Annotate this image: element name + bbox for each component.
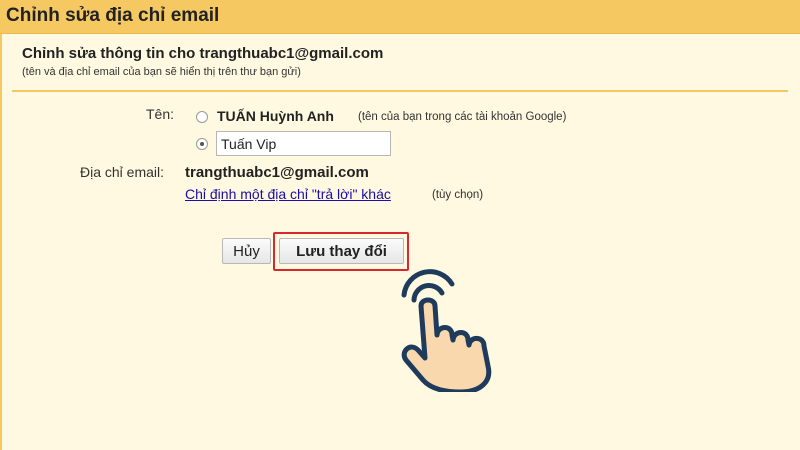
radio-google-name[interactable] xyxy=(196,111,208,123)
name-label: Tên: xyxy=(146,106,175,122)
save-button[interactable]: Lưu thay đổi xyxy=(279,238,404,264)
email-value: trangthuabc1@gmail.com xyxy=(185,164,369,181)
custom-name-input[interactable] xyxy=(216,131,391,156)
dialog-titlebar: Chỉnh sửa địa chỉ email xyxy=(0,0,800,34)
form-heading: Chỉnh sửa thông tin cho trangthuabc1@gma… xyxy=(22,45,384,62)
cancel-button[interactable]: Hủy xyxy=(222,238,271,264)
dialog-title: Chỉnh sửa địa chỉ email xyxy=(6,5,220,26)
form-subheading: (tên và địa chỉ email của bạn sẽ hiển th… xyxy=(22,66,301,78)
email-label: Địa chỉ email: xyxy=(80,164,165,180)
reply-to-link[interactable]: Chỉ định một địa chỉ "trả lời" khác xyxy=(185,186,391,202)
radio-custom-name[interactable] xyxy=(196,138,208,150)
divider xyxy=(12,90,788,92)
google-name-text: TUẤN Huỳnh Anh xyxy=(217,108,334,124)
hand-pointer-icon xyxy=(401,269,492,392)
google-name-hint: (tên của bạn trong các tài khoản Google) xyxy=(358,111,567,123)
reply-optional-note: (tùy chọn) xyxy=(432,189,484,201)
